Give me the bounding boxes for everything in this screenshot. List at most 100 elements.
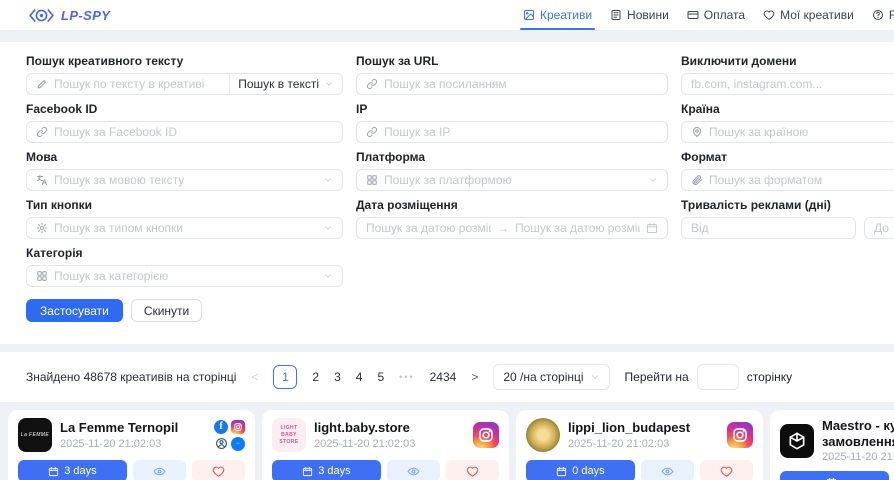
paperclip-icon — [691, 174, 703, 186]
prev-page-icon[interactable]: < — [251, 370, 258, 384]
heart-icon — [212, 465, 225, 478]
language-select[interactable] — [26, 169, 343, 191]
exclude-domains-input[interactable] — [691, 77, 894, 91]
nav-label: Мої креативи — [780, 8, 854, 22]
instagram-icon[interactable] — [231, 420, 245, 434]
eye-icon — [153, 465, 166, 478]
days-active-button[interactable] — [780, 471, 889, 480]
card-title[interactable]: lippi_lion_budapest — [568, 420, 690, 436]
button-type-input[interactable] — [54, 221, 317, 235]
platform-input[interactable] — [384, 173, 642, 187]
date-range-picker[interactable]: → — [356, 217, 668, 239]
nav-item-my-creatives[interactable]: Мої креативи — [763, 0, 854, 30]
heart-icon — [763, 9, 775, 21]
page-3[interactable]: 3 — [334, 370, 341, 384]
goto-page-input[interactable] — [697, 364, 739, 390]
calendar-icon — [302, 466, 313, 477]
card-title[interactable]: Maestro - кухні, меблі на замовлення в У… — [822, 418, 894, 449]
date-from-input[interactable] — [366, 221, 491, 235]
translate-icon — [36, 174, 48, 186]
page-1-active[interactable]: 1 — [273, 365, 297, 389]
views-button[interactable] — [133, 460, 186, 480]
category-select[interactable] — [26, 265, 343, 287]
pagination-bar: Знайдено 48678 креативів на сторінці < 1… — [0, 352, 894, 402]
nav-item-payment[interactable]: Оплата — [687, 0, 745, 30]
page-2[interactable]: 2 — [312, 370, 319, 384]
page-4[interactable]: 4 — [356, 370, 363, 384]
like-button[interactable] — [192, 460, 245, 480]
facebook-icon[interactable]: f — [214, 420, 228, 434]
filter-duration: Тривалість реклами (дні) — [681, 198, 894, 239]
link-icon — [36, 126, 48, 138]
next-page-icon[interactable]: > — [471, 370, 478, 384]
question-icon — [872, 9, 884, 21]
filter-creative-text: Пошук креативного тексту Пошук в тексті — [26, 54, 343, 95]
reset-button[interactable]: Скинути — [131, 299, 202, 322]
filter-facebook-id: Facebook ID — [26, 102, 343, 143]
avatar — [526, 418, 560, 452]
url-input[interactable] — [384, 77, 658, 91]
social-icons — [473, 422, 499, 448]
avatar — [780, 424, 814, 458]
filter-ip: IP — [356, 102, 668, 143]
card-date: 2025-11-20 21:02:03 — [822, 451, 894, 463]
views-button[interactable] — [387, 460, 440, 480]
date-to-input[interactable] — [515, 221, 640, 235]
page: LP-SPY Креативи Новини Оплата Мої креати… — [0, 0, 894, 480]
text-search-mode-select[interactable]: Пошук в тексті — [229, 74, 342, 94]
ip-input[interactable] — [384, 125, 658, 139]
days-active-button[interactable]: 3 days — [272, 460, 381, 480]
chevron-down-icon — [323, 223, 333, 233]
nav-label: FAQ — [889, 8, 894, 22]
messenger-icon[interactable] — [231, 437, 245, 451]
nav-item-news[interactable]: Новини — [610, 0, 669, 30]
news-icon — [610, 9, 622, 21]
facebook-id-input[interactable] — [54, 125, 333, 139]
heart-icon — [720, 465, 733, 478]
creative-card: LIGHT BABY STORE light.baby.store 2025-1… — [262, 410, 509, 480]
creative-text-input[interactable] — [54, 77, 220, 91]
instagram-icon[interactable] — [727, 422, 753, 448]
social-icons: f — [214, 420, 245, 451]
card-title[interactable]: light.baby.store — [314, 420, 415, 436]
platform-select[interactable] — [356, 169, 668, 191]
calendar-icon — [646, 222, 658, 234]
page-size-select[interactable]: 20 /на сторінці — [493, 364, 609, 390]
category-input[interactable] — [54, 269, 317, 283]
category-grid-icon — [36, 270, 48, 282]
page-last[interactable]: 2434 — [430, 370, 457, 384]
goto-suffix: сторінку — [747, 370, 792, 384]
button-type-select[interactable] — [26, 217, 343, 239]
filter-label: Країна — [681, 102, 894, 116]
format-input[interactable] — [709, 173, 894, 187]
country-input[interactable] — [709, 125, 894, 139]
language-input[interactable] — [54, 173, 317, 187]
nav-item-creatives[interactable]: Креативи — [523, 0, 592, 30]
like-button[interactable] — [446, 460, 499, 480]
like-button[interactable] — [700, 460, 753, 480]
format-select[interactable] — [681, 169, 894, 191]
filter-label: Дата розміщення — [356, 198, 668, 212]
heart-icon — [466, 465, 479, 478]
days-active-button[interactable]: 3 days — [18, 460, 127, 480]
eye-icon — [407, 465, 420, 478]
duration-to-input[interactable] — [874, 221, 894, 235]
duration-from-input[interactable] — [691, 221, 846, 235]
card-date: 2025-11-20 21:02:03 — [314, 438, 415, 450]
days-active-button[interactable]: 0 days — [526, 460, 635, 480]
card-title[interactable]: La Femme Ternopil — [60, 420, 178, 436]
card-date: 2025-11-20 21:02:03 — [568, 438, 690, 450]
page-5[interactable]: 5 — [377, 370, 384, 384]
instagram-icon[interactable] — [473, 422, 499, 448]
creative-card: La FEMME La Femme Ternopil 2025-11-20 21… — [8, 410, 255, 480]
pages-ellipsis[interactable]: ••• — [399, 372, 414, 382]
nav-label: Оплата — [704, 8, 745, 22]
apply-button[interactable]: Застосувати — [26, 299, 123, 322]
logo[interactable]: LP-SPY — [28, 7, 110, 24]
nav-item-faq[interactable]: FAQ — [872, 0, 894, 30]
views-button[interactable] — [641, 460, 694, 480]
credit-card-icon — [687, 9, 699, 21]
cube-icon — [787, 431, 807, 451]
goto-page: Перейти на сторінку — [625, 364, 793, 390]
profile-icon[interactable] — [214, 437, 228, 451]
